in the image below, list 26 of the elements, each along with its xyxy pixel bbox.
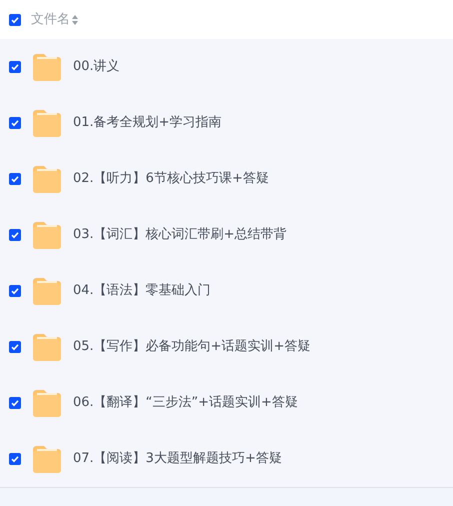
folder-name[interactable]: 06.【翻译】“三步法”+话题实训+答疑 — [73, 393, 298, 413]
checkbox[interactable] — [9, 229, 21, 241]
folder-icon — [33, 110, 61, 136]
folder-icon — [33, 446, 61, 472]
folder-name[interactable]: 04.【语法】零基础入门 — [73, 281, 211, 301]
folder-name[interactable]: 02.【听力】6节核心技巧课+答疑 — [73, 169, 269, 189]
folder-name[interactable]: 00.讲义 — [73, 57, 120, 77]
checkbox[interactable] — [9, 285, 21, 297]
checkbox[interactable] — [9, 14, 21, 26]
checkbox[interactable] — [9, 117, 21, 129]
checkbox[interactable] — [9, 173, 21, 185]
folder-name[interactable]: 01.备考全规划+学习指南 — [73, 113, 222, 133]
checkbox[interactable] — [9, 61, 21, 73]
checkbox[interactable] — [9, 341, 21, 353]
folder-name[interactable]: 07.【阅读】3大题型解题技巧+答疑 — [73, 449, 282, 469]
folder-icon — [33, 166, 61, 192]
folder-icon — [33, 390, 61, 416]
folder-name[interactable]: 03.【词汇】核心词汇带刷+总结带背 — [73, 225, 287, 245]
folder-icon — [33, 222, 61, 248]
folder-name[interactable]: 05.【写作】必备功能句+话题实训+答疑 — [73, 337, 310, 357]
folder-icon — [33, 54, 61, 80]
checkbox[interactable] — [9, 397, 21, 409]
folder-icon — [33, 278, 61, 304]
folder-icon — [33, 334, 61, 360]
checkbox[interactable] — [9, 453, 21, 465]
sort-icon[interactable] — [72, 14, 78, 24]
